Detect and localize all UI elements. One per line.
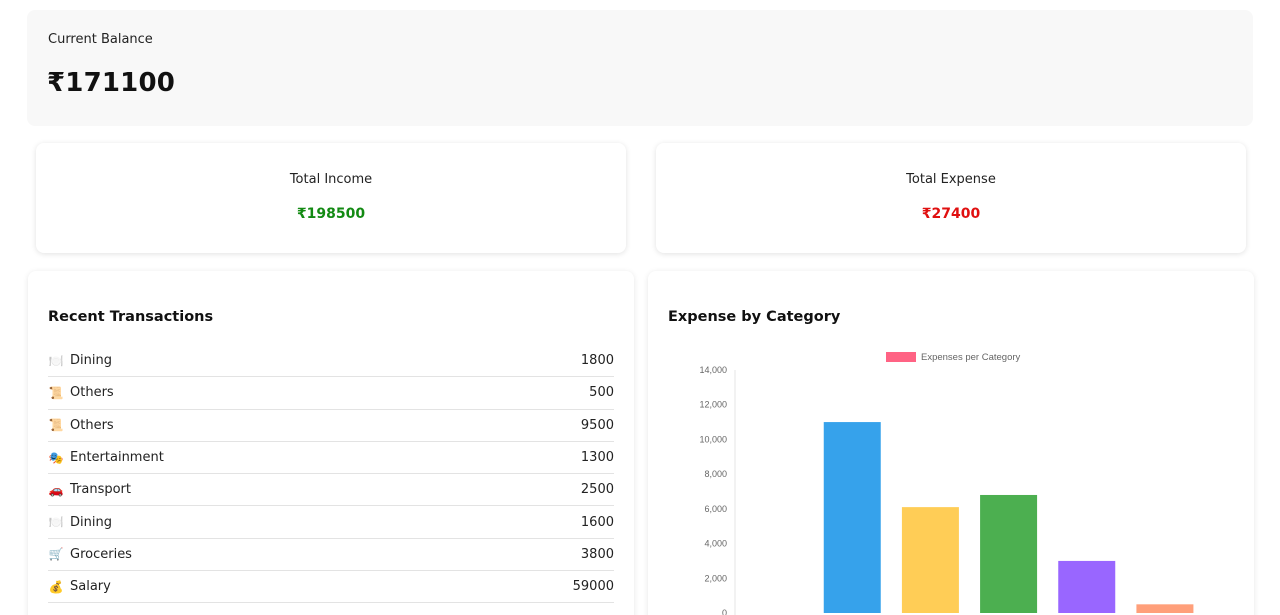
total-expense-value: ₹27400: [921, 206, 981, 222]
transaction-row: 🚗 Transport 2500: [48, 474, 614, 507]
bar: [823, 422, 881, 613]
legend-swatch: [886, 352, 916, 362]
y-tick-label: 0: [722, 608, 727, 615]
transaction-row: 🛒 Groceries 3800: [48, 539, 614, 572]
transaction-category: 📜 Others: [48, 418, 114, 433]
balance-card: Current Balance ₹171100: [27, 10, 1253, 126]
money-bag-icon: 💰: [48, 579, 64, 594]
bar: [1136, 604, 1194, 613]
expense-bar-chart: 0 2,000 4,000 6,000 8,000 10,000 12,000 14,000 E…: [699, 352, 1194, 615]
transaction-category: 🚗 Transport: [48, 482, 132, 498]
total-income-label: Total Income: [289, 172, 373, 187]
transaction-category-label: Transport: [70, 482, 132, 498]
transaction-amount: 9500: [580, 417, 614, 433]
theater-masks-icon: 🎭: [48, 450, 64, 465]
bar: [980, 494, 1038, 613]
scroll-icon: 📜: [48, 385, 64, 400]
transaction-category: 🎭 Entertainment: [48, 450, 164, 465]
total-expense-card: Total Expense ₹27400: [656, 143, 1246, 253]
bar: [901, 507, 959, 613]
y-tick-label: 14,000: [699, 365, 727, 375]
transaction-category-label: Dining: [70, 353, 112, 369]
bar: [1058, 560, 1116, 613]
transaction-amount: 1800: [580, 353, 614, 369]
transaction-category-label: Others: [70, 417, 114, 433]
transaction-category: 🛒 Groceries: [48, 547, 132, 562]
y-tick-label: 12,000: [699, 400, 727, 410]
transaction-category: 💰 Salary: [48, 579, 111, 594]
transaction-amount: 3800: [580, 546, 614, 562]
transaction-category-label: Others: [70, 385, 114, 401]
transaction-category-label: Entertainment: [70, 450, 164, 466]
y-tick-label: 6,000: [704, 504, 727, 514]
expense-chart-panel: Expense by Category 0 2,000 4,000 6,000 8,00…: [648, 271, 1254, 615]
transaction-amount: 1300: [580, 450, 614, 466]
transaction-category-label: Salary: [70, 579, 111, 595]
y-tick-label: 2,000: [704, 573, 727, 583]
transaction-category-label: Dining: [70, 514, 112, 530]
transaction-amount: 59000: [572, 579, 614, 595]
balance-value: ₹171100: [47, 68, 176, 98]
y-tick-label: 10,000: [699, 434, 727, 444]
transaction-row: 🎭 Entertainment 1300: [48, 442, 614, 475]
total-income-card: Total Income ₹198500: [36, 143, 626, 253]
transaction-list: 🍽️ Dining 1800 📜 Others 500 📜 Others 9500 🎭 Entert…: [48, 345, 614, 604]
transaction-row: 🍽️ Dining 1800: [48, 345, 614, 378]
dining-icon: 🍽️: [48, 353, 64, 368]
transaction-amount: 2500: [580, 482, 614, 498]
scroll-icon: 📜: [48, 418, 64, 433]
legend-label: Expenses per Category: [921, 352, 1021, 363]
recent-transactions-title: Recent Transactions: [48, 309, 214, 325]
total-income-value: ₹198500: [296, 206, 366, 222]
dining-icon: 🍽️: [48, 515, 64, 530]
balance-label: Current Balance: [48, 32, 153, 47]
transaction-amount: 500: [589, 385, 614, 401]
total-expense-label: Total Expense: [906, 172, 996, 187]
transaction-row: 💰 Salary 59000: [48, 571, 614, 604]
transaction-category: 🍽️ Dining: [48, 515, 112, 530]
y-tick-label: 8,000: [704, 469, 727, 479]
recent-transactions-panel: Recent Transactions 🍽️ Dining 1800 📜 Others 5…: [28, 271, 634, 615]
transaction-category: 📜 Others: [48, 385, 114, 400]
transaction-category-label: Groceries: [70, 546, 132, 562]
transaction-row: 📜 Others 500: [48, 377, 614, 410]
shopping-cart-icon: 🛒: [48, 547, 64, 562]
transaction-amount: 1600: [580, 514, 614, 530]
transaction-row: 🍽️ Dining 1600: [48, 506, 614, 539]
car-icon: 🚗: [48, 482, 64, 497]
transaction-category: 🍽️ Dining: [48, 353, 112, 368]
transaction-row: 📜 Others 9500: [48, 410, 614, 442]
y-tick-label: 4,000: [704, 539, 727, 549]
